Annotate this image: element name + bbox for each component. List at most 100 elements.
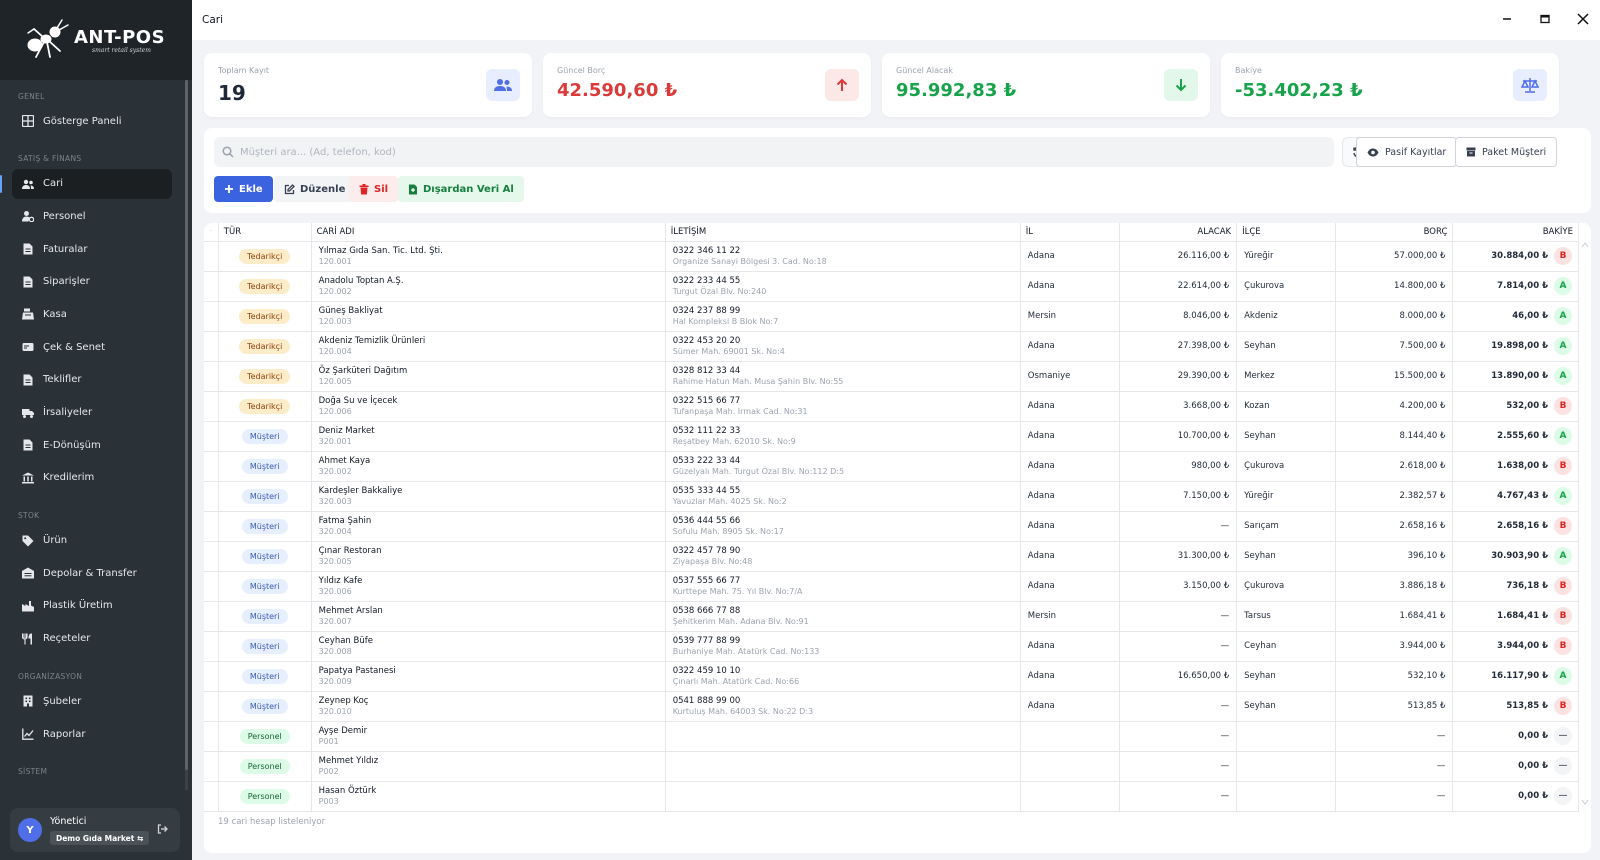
table-row[interactable]: Personel Mehmet Yıldız P002 — — 0,00 ₺ — xyxy=(204,751,1579,782)
row-handle[interactable] xyxy=(204,361,219,392)
sidebar-item-ürün[interactable]: Ürün xyxy=(12,526,172,556)
stat-label: Güncel Borç xyxy=(557,66,606,75)
sidebar-item-i-rsaliyeler[interactable]: İrsaliyeler xyxy=(12,398,172,428)
cari-table: · TÜR CARİ ADI İLETİŞİM İL ALACAK İLÇE B… xyxy=(204,223,1579,812)
sidebar-item-reçeteler[interactable]: Reçeteler xyxy=(12,624,172,654)
column-header-ilce[interactable]: İLÇE xyxy=(1236,223,1337,242)
column-header-il[interactable]: İL xyxy=(1020,223,1120,242)
sidebar-item-teklifler[interactable]: Teklifler xyxy=(12,365,172,395)
close-icon xyxy=(1577,13,1589,25)
table-row[interactable]: Tedarikçi Doğa Su ve İçecek 120.006 0322 … xyxy=(204,391,1579,422)
row-handle[interactable] xyxy=(204,331,219,362)
sidebar-item-şubeler[interactable]: Şubeler xyxy=(12,686,172,716)
alacak-cell: 3.150,00 ₺ xyxy=(1119,571,1238,602)
row-handle[interactable] xyxy=(204,691,219,722)
sort-handle-icon[interactable]: · xyxy=(204,223,219,242)
stat-value: 19 xyxy=(218,81,246,105)
city-cell: Adana xyxy=(1020,541,1120,572)
user-profile[interactable]: Y Yönetici Demo Gıda Market ⇆ xyxy=(10,808,180,852)
balance-direction-badge: A xyxy=(1554,547,1572,565)
company-switcher[interactable]: Demo Gıda Market ⇆ xyxy=(50,831,150,845)
search-input[interactable] xyxy=(240,146,1240,158)
row-handle[interactable] xyxy=(204,661,219,692)
type-cell: Müşteri xyxy=(218,571,312,602)
import-button[interactable]: Dışardan Veri Al xyxy=(398,176,524,202)
row-handle[interactable] xyxy=(204,511,219,542)
table-row[interactable]: Müşteri Ahmet Kaya 320.002 0533 222 33 44… xyxy=(204,451,1579,482)
bakiye-cell: 2.658,16 ₺ B xyxy=(1452,511,1579,542)
delete-label: Sil xyxy=(374,183,389,195)
sidebar-item-raporlar[interactable]: Raporlar xyxy=(12,719,172,749)
table-row[interactable]: Tedarikçi Öz Şarküteri Dağıtım 120.005 03… xyxy=(204,361,1579,392)
logout-icon[interactable] xyxy=(156,823,168,835)
row-handle[interactable] xyxy=(204,301,219,332)
sidebar-item-plastik-üretim[interactable]: Plastik Üretim xyxy=(12,591,172,621)
row-handle[interactable] xyxy=(204,721,219,752)
column-header-iletisim[interactable]: İLETİŞİM xyxy=(665,223,1021,242)
table-row[interactable]: Personel Ayşe Demir P001 — — 0,00 ₺ — xyxy=(204,721,1579,752)
contact-cell: 0536 444 55 66 Sofulu Mah. 8905 Sk. No:17 xyxy=(665,511,1021,542)
row-handle[interactable] xyxy=(204,601,219,632)
address: Yavuzlar Mah. 4025 Sk. No:2 xyxy=(672,497,787,506)
district-cell: Kozan xyxy=(1236,391,1337,422)
alacak-cell: 16.650,00 ₺ xyxy=(1119,661,1238,692)
table-row[interactable]: Müşteri Mehmet Arslan 320.007 0538 666 77… xyxy=(204,601,1579,632)
type-cell: Müşteri xyxy=(218,661,312,692)
row-handle[interactable] xyxy=(204,481,219,512)
row-handle[interactable] xyxy=(204,391,219,422)
delete-button[interactable]: Sil xyxy=(349,176,399,202)
row-handle[interactable] xyxy=(204,271,219,302)
sidebar-item-e-dönüşüm[interactable]: E-Dönüşüm xyxy=(12,430,172,460)
row-handle[interactable] xyxy=(204,241,219,272)
table-row[interactable]: Müşteri Zeynep Koç 320.010 0541 888 99 00… xyxy=(204,691,1579,722)
sidebar-item-cari[interactable]: Cari xyxy=(0,168,172,199)
table-row[interactable]: Müşteri Ceyhan Büfe 320.008 0539 777 88 9… xyxy=(204,631,1579,662)
row-handle[interactable] xyxy=(204,631,219,662)
maximize-button[interactable] xyxy=(1538,12,1552,26)
table-row[interactable]: Tedarikçi Yılmaz Gıda San. Tic. Ltd. Şti… xyxy=(204,241,1579,272)
table-row[interactable]: Tedarikçi Akdeniz Temizlik Ürünleri 120.0… xyxy=(204,331,1579,362)
passive-records-button[interactable]: Pasif Kayıtlar xyxy=(1356,137,1458,167)
table-row[interactable]: Müşteri Kardeşler Bakkaliye 320.003 0535 … xyxy=(204,481,1579,512)
borc-cell: 15.500,00 ₺ xyxy=(1335,361,1454,392)
sidebar-item-siparişler[interactable]: Siparişler xyxy=(12,267,172,297)
sidebar-item-faturalar[interactable]: Faturalar xyxy=(12,234,172,264)
sidebar-scrollbar-thumb[interactable] xyxy=(185,80,188,770)
table-row[interactable]: Tedarikçi Güneş Bakliyat 120.003 0324 237… xyxy=(204,301,1579,332)
table-row[interactable]: Müşteri Fatma Şahin 320.004 0536 444 55 6… xyxy=(204,511,1579,542)
column-header-tur[interactable]: TÜR xyxy=(218,223,312,242)
cari-code: 320.003 xyxy=(318,497,352,506)
sidebar-item-personel[interactable]: Personel xyxy=(12,201,172,231)
table-row[interactable]: Müşteri Yıldız Kafe 320.006 0537 555 66 7… xyxy=(204,571,1579,602)
sidebar-item-kredilerim[interactable]: Kredilerim xyxy=(12,463,172,493)
column-header-borc[interactable]: BORÇ xyxy=(1335,223,1454,242)
table-row[interactable]: Müşteri Çınar Restoran 320.005 0322 457 7… xyxy=(204,541,1579,572)
close-button[interactable] xyxy=(1576,12,1590,26)
table-row[interactable]: Müşteri Papatya Pastanesi 320.009 0322 45… xyxy=(204,661,1579,692)
sidebar-item-kasa[interactable]: Kasa xyxy=(12,299,172,329)
table-scrollbar[interactable] xyxy=(1581,241,1589,806)
row-handle[interactable] xyxy=(204,781,219,812)
sidebar-item-çek-senet[interactable]: Çek & Senet xyxy=(12,332,172,362)
column-header-alacak[interactable]: ALACAK xyxy=(1119,223,1238,242)
balance-direction-badge: A xyxy=(1554,277,1572,295)
search-box[interactable] xyxy=(214,137,1334,167)
package-customer-button[interactable]: Paket Müşteri xyxy=(1455,137,1558,167)
row-handle[interactable] xyxy=(204,751,219,782)
sidebar-item-depolar-transfer[interactable]: Depolar & Transfer xyxy=(12,558,172,588)
sidebar-item-gösterge-paneli[interactable]: Gösterge Paneli xyxy=(12,106,172,136)
row-handle[interactable] xyxy=(204,421,219,452)
column-header-bakiye[interactable]: BAKİYE xyxy=(1452,223,1579,242)
table-row[interactable]: Personel Hasan Öztürk P003 — — 0,00 ₺ — xyxy=(204,781,1579,812)
row-handle[interactable] xyxy=(204,571,219,602)
table-row[interactable]: Tedarikçi Anadolu Toptan A.Ş. 120.002 032… xyxy=(204,271,1579,302)
name-cell: Kardeşler Bakkaliye 320.003 xyxy=(311,481,666,512)
minimize-button[interactable] xyxy=(1500,12,1514,26)
stat-label: Toplam Kayıt xyxy=(218,66,270,75)
edit-button[interactable]: Düzenle xyxy=(274,176,356,202)
row-handle[interactable] xyxy=(204,541,219,572)
column-header-cari-adi[interactable]: CARİ ADI xyxy=(311,223,666,242)
add-button[interactable]: Ekle xyxy=(214,176,273,202)
row-handle[interactable] xyxy=(204,451,219,482)
table-row[interactable]: Müşteri Deniz Market 320.001 0532 111 22 … xyxy=(204,421,1579,452)
